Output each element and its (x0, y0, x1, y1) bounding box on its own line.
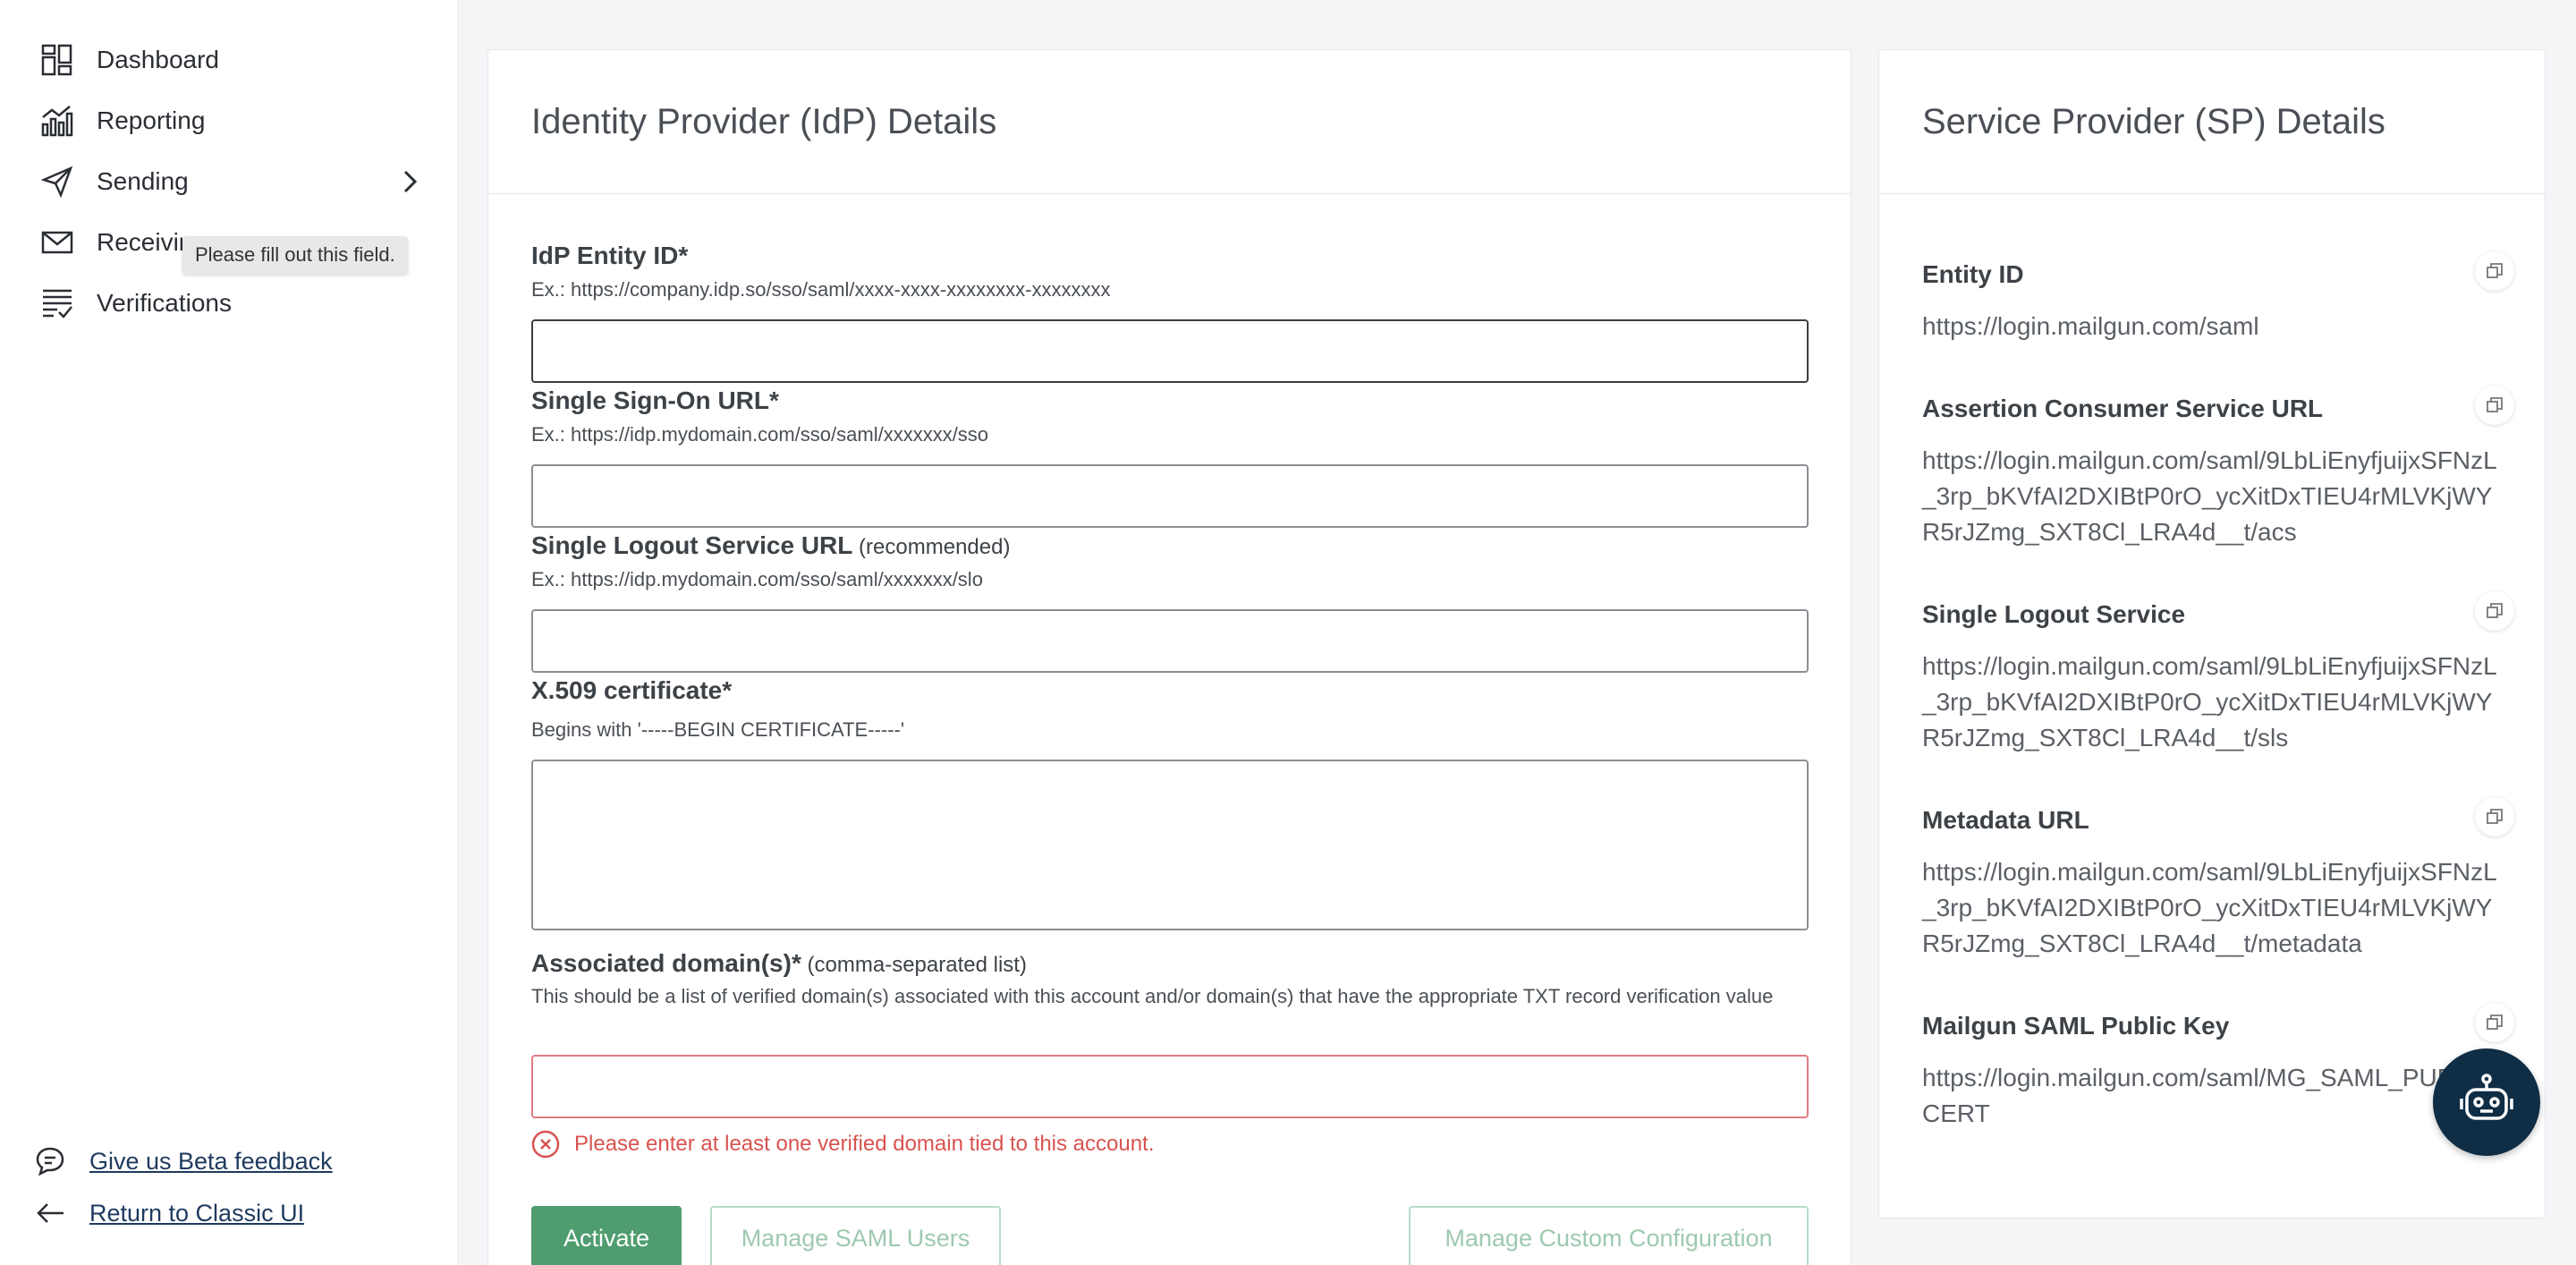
sp-single-logout-service: Single Logout Service https://login.mail… (1922, 591, 2514, 756)
idp-title: Identity Provider (IdP) Details (488, 50, 1851, 194)
reporting-icon (39, 103, 75, 139)
sso-url-help: Ex.: https://idp.mydomain.com/sso/saml/x… (531, 423, 989, 446)
certificate-help: Begins with '-----BEGIN CERTIFICATE-----… (531, 718, 905, 741)
domains-label: Associated domain(s)* (comma-separated l… (531, 949, 1027, 977)
manage-custom-configuration-button[interactable]: Manage Custom Configuration (1409, 1206, 1809, 1265)
chatbot-button[interactable] (2433, 1049, 2540, 1156)
dashboard-icon (39, 42, 75, 78)
idp-card: Identity Provider (IdP) Details IdP Enti… (487, 49, 1852, 1265)
slo-url-label: Single Logout Service URL (recommended) (531, 531, 1011, 559)
sidebar-item-label: Reporting (97, 106, 206, 134)
validation-tooltip: Please fill out this field. (182, 236, 408, 274)
copy-icon[interactable] (2475, 251, 2514, 291)
classic-ui-link[interactable]: Return to Classic UI (32, 1195, 304, 1231)
copy-icon[interactable] (2475, 386, 2514, 425)
sidebar-item-dashboard[interactable]: Dashboard (39, 42, 424, 78)
sp-public-key: Mailgun SAML Public Key https://login.ma… (1922, 1003, 2514, 1132)
sp-acs-url: Assertion Consumer Service URL https://l… (1922, 386, 2514, 550)
entity-id-help: Ex.: https://company.idp.so/sso/saml/xxx… (531, 278, 1111, 301)
sp-metadata-url: Metadata URL https://login.mailgun.com/s… (1922, 797, 2514, 962)
chat-icon (32, 1143, 68, 1179)
copy-icon[interactable] (2475, 1003, 2514, 1042)
copy-icon[interactable] (2475, 591, 2514, 631)
certificate-label: X.509 certificate* (531, 676, 733, 704)
sidebar-item-sending[interactable]: Sending (39, 164, 424, 200)
send-icon (39, 164, 75, 200)
activate-button[interactable]: Activate (531, 1206, 682, 1265)
slo-url-input[interactable] (531, 609, 1809, 673)
sidebar-item-label: Receivir (97, 228, 188, 256)
beta-feedback-link[interactable]: Give us Beta feedback (32, 1143, 333, 1179)
sidebar-item-label: Sending (97, 167, 189, 195)
copy-icon[interactable] (2475, 797, 2514, 836)
sp-card: Service Provider (SP) Details Entity ID … (1878, 49, 2546, 1218)
domains-help: This should be a list of verified domain… (531, 985, 1774, 1007)
sp-entity-id: Entity ID https://login.mailgun.com/saml (1922, 251, 2514, 344)
certificate-textarea[interactable] (531, 760, 1809, 930)
sso-url-input[interactable] (531, 464, 1809, 528)
sidebar-item-label: Verifications (97, 289, 232, 317)
arrow-left-icon (32, 1195, 68, 1231)
domains-error: Please enter at least one verified domai… (531, 1130, 1154, 1159)
sso-url-label: Single Sign-On URL* (531, 386, 779, 414)
verifications-icon (39, 285, 75, 321)
chevron-right-icon[interactable] (395, 167, 424, 202)
entity-id-input[interactable] (531, 319, 1809, 383)
sidebar-item-reporting[interactable]: Reporting (39, 103, 424, 139)
domains-input[interactable] (531, 1055, 1809, 1118)
manage-saml-users-button[interactable]: Manage SAML Users (710, 1206, 1001, 1265)
sidebar: Dashboard Reporting Sending Receivir Ver… (0, 0, 458, 1265)
robot-icon (2460, 1074, 2513, 1120)
sidebar-item-verifications[interactable]: Verifications (39, 285, 424, 321)
sidebar-item-label: Dashboard (97, 46, 219, 73)
entity-id-label: IdP Entity ID* (531, 242, 689, 269)
error-circle-icon (531, 1130, 560, 1159)
slo-url-help: Ex.: https://idp.mydomain.com/sso/saml/x… (531, 568, 983, 590)
mail-icon (39, 225, 75, 260)
sp-title: Service Provider (SP) Details (1879, 50, 2545, 194)
